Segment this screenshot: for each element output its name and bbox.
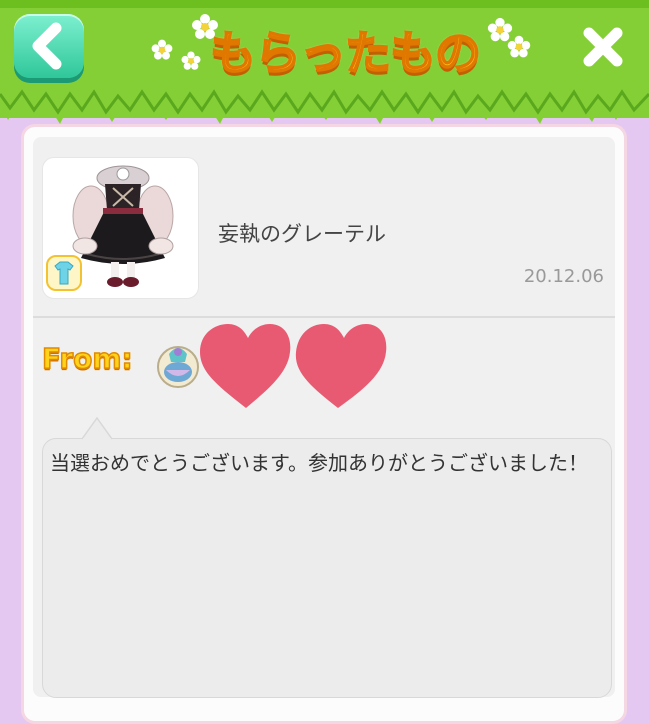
page-title: もらったもの — [209, 25, 482, 81]
item-thumbnail[interactable] — [42, 157, 199, 299]
sender-avatar[interactable] — [153, 340, 203, 390]
close-icon — [583, 27, 623, 67]
bubble-tail — [82, 416, 112, 440]
from-label: From: — [41, 341, 133, 376]
sender-name-redaction — [200, 324, 387, 408]
flower-decoration — [181, 51, 201, 70]
item-name: 妄執のグレーテル — [218, 222, 386, 246]
dress-image — [46, 165, 174, 291]
flower-decoration — [151, 39, 173, 60]
received-date: 20.12.06 — [523, 266, 604, 287]
flower-decoration — [507, 35, 531, 58]
section-divider — [33, 316, 615, 318]
back-button[interactable] — [14, 14, 84, 78]
chevron-left-icon — [32, 22, 62, 70]
message-text: 当選おめでとうございます。参加ありがとうございました！ — [50, 451, 588, 475]
header-top-strip — [0, 0, 649, 8]
close-button[interactable] — [580, 24, 626, 70]
